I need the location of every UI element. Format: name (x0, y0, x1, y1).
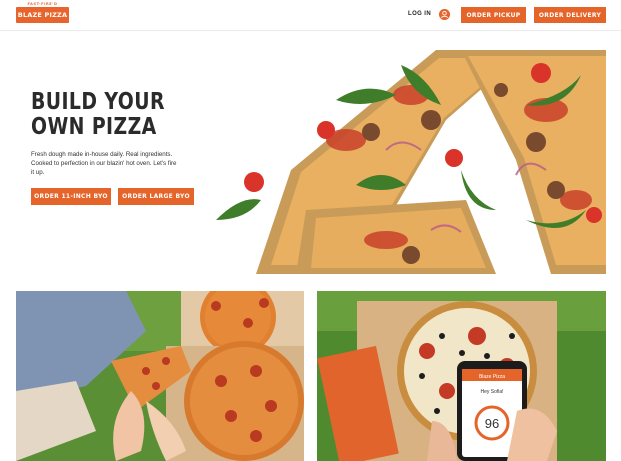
order-delivery-button[interactable]: ORDER DELIVERY (534, 7, 606, 23)
order-large-byo-button[interactable]: ORDER LARGE BYO (118, 188, 194, 205)
order-11-inch-byo-button[interactable]: ORDER 11-INCH BYO (31, 188, 111, 205)
picnic-pizza-photo (16, 291, 304, 461)
phone-app-title: Blaze Pizza (479, 374, 505, 380)
order-pickup-button[interactable]: ORDER PICKUP (461, 7, 526, 23)
hero-title-line-1: BUILD YOUR (31, 89, 165, 115)
app-order-photo: Blaze Pizza Hey Sofia! 96 (317, 291, 606, 461)
user-icon[interactable] (439, 9, 450, 20)
site-header: FAST-FIRE'D BLAZE PIZZA LOG IN ORDER PIC… (0, 0, 621, 31)
hero-title-line-2: OWN PIZZA (31, 114, 157, 140)
hero-title: BUILD YOUR OWN PIZZA (31, 90, 170, 140)
phone-greeting: Hey Sofia! (480, 389, 503, 395)
log-in-link[interactable]: LOG IN (408, 11, 431, 17)
hero-pizza-image (196, 50, 606, 274)
logo-tagline: FAST-FIRE'D (27, 2, 58, 6)
hero-description: Fresh dough made in-house daily. Real in… (31, 151, 177, 176)
blaze-pizza-logo[interactable]: FAST-FIRE'D BLAZE PIZZA (16, 2, 69, 23)
hero-section: BUILD YOUR OWN PIZZA Fresh dough made in… (16, 44, 606, 274)
logo-text: BLAZE PIZZA (17, 11, 68, 19)
phone-points: 96 (485, 416, 499, 431)
